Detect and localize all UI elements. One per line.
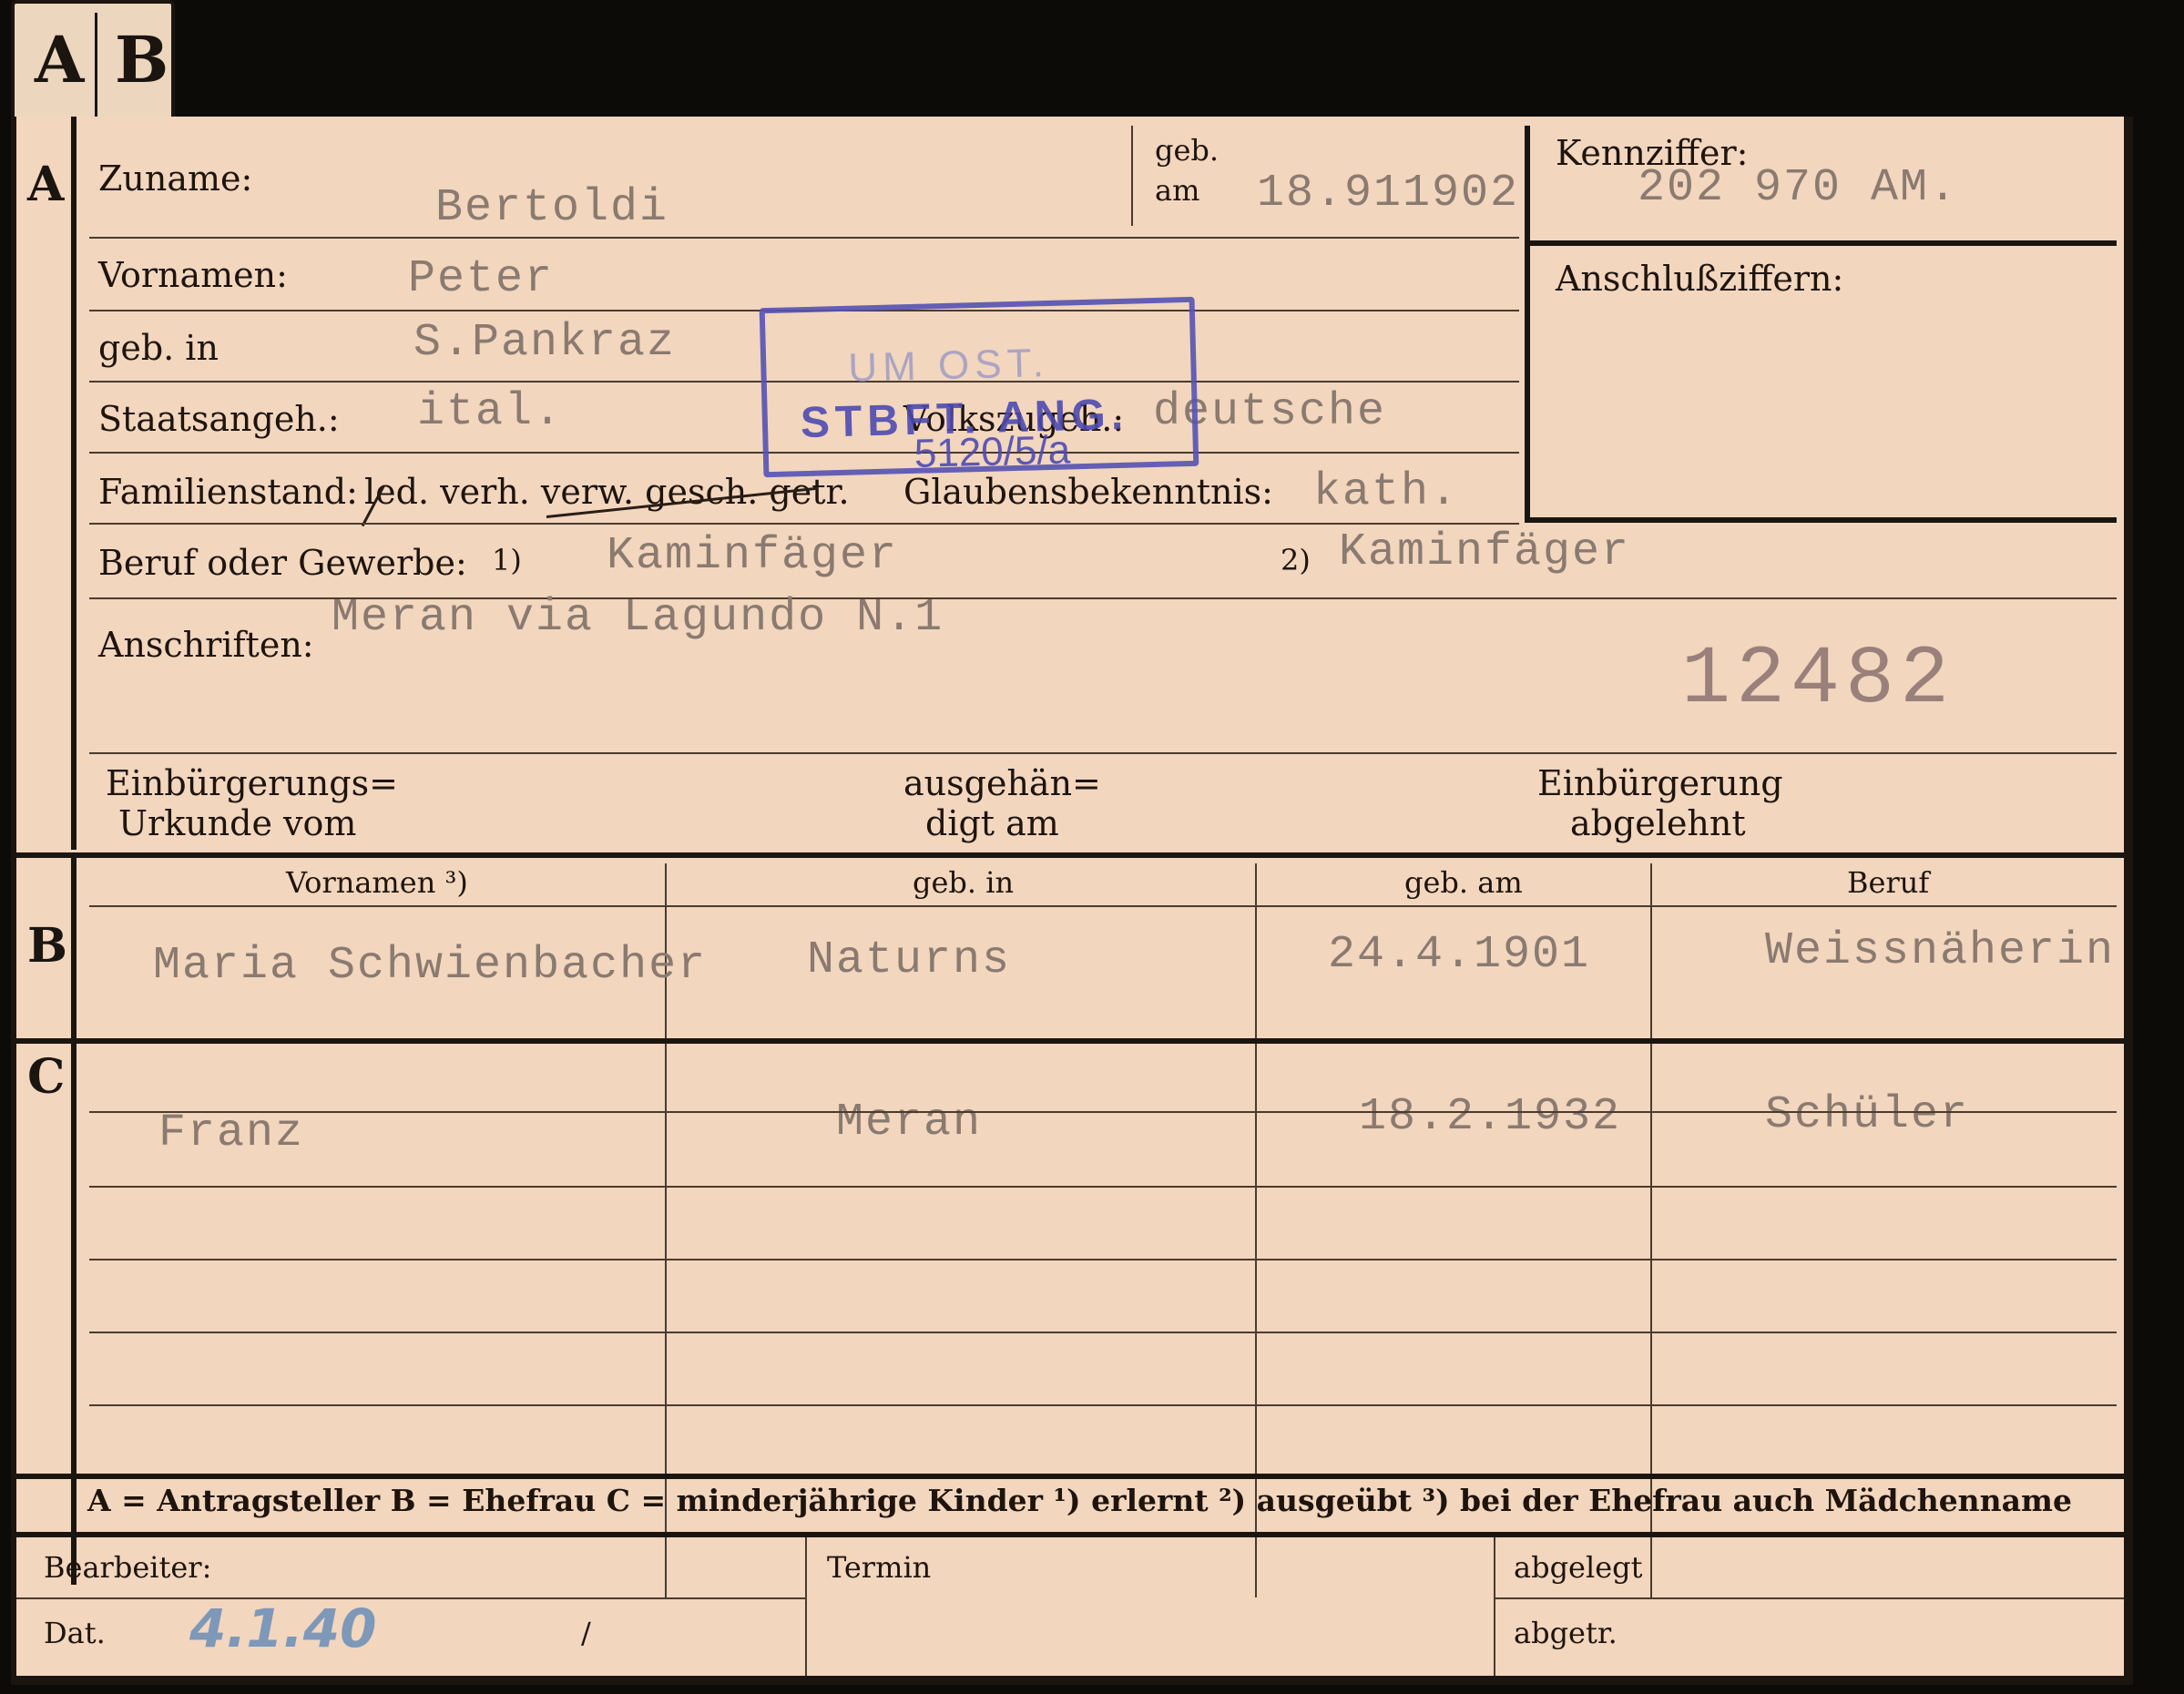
footer-divider-2 [1494,1537,1495,1676]
spouse-vorname: Maria Schwienbacher [153,940,708,992]
spouse-beruf: Weissnäherin [1765,925,2116,977]
row-line-5 [89,523,1519,525]
beruf-mark-1: 1) [492,543,522,577]
section-a-letter: A [27,157,65,212]
abgelegt-label: abgelegt [1514,1550,1643,1585]
child-geb-am: 18.2.1932 [1359,1091,1622,1143]
staatsangeh-label: Staatsangeh.: [98,399,340,439]
zuname-value: Bertoldi [435,182,669,234]
kennziffer-box-left [1525,126,1530,521]
section-c-letter: C [27,1049,66,1105]
bearbeiter-label: Bearbeiter: [44,1550,212,1585]
dat-slash: / [581,1616,591,1650]
tab-b: B [115,22,169,97]
einb-label-1: Einbürgerungs= [106,763,398,803]
ausgeh-label-2: digt am [925,803,1059,843]
spouse-geb-am: 24.4.1901 [1328,929,1591,981]
abgelehnt-label-2: abgelehnt [1570,803,1746,843]
familienstand-label: Familienstand: [98,472,358,512]
kennziffer-value: 202 970 AM. [1638,162,1959,214]
zuname-label: Zuname: [98,158,253,199]
tab-divider [95,13,97,120]
geb-in-label: geb. in [98,328,219,368]
row-line-1 [89,237,1519,239]
anschriften-label: Anschriften: [98,625,314,665]
vornamen-value: Peter [408,253,555,305]
staatsangeh-value: ital. [417,386,564,438]
beruf-value-2: Kaminfäger [1339,526,1631,578]
child-vorname: Franz [158,1107,305,1159]
legend-top [16,1474,2124,1479]
tab-a: A [35,22,85,97]
register-tabs: A B [11,0,175,126]
section-b-top [16,852,2124,858]
beruf-mark-2: 2) [1281,543,1311,577]
einb-label-2: Urkunde vom [118,803,357,843]
abgetr-label: abgetr. [1514,1616,1618,1650]
legend-bottom [16,1532,2124,1537]
geb-am-divider [1131,126,1133,226]
stamp-line-3: 5120/5/a [913,427,1071,476]
footer-mid-line-right [1494,1597,2124,1599]
beruf-value-1: Kaminfäger [607,530,899,582]
legend: A = Antragsteller B = Ehefrau C = minder… [87,1483,2072,1518]
header-geb-am: geb. am [1404,865,1523,900]
footer-mid-line-left [16,1597,805,1599]
header-geb-in: geb. in [913,865,1015,900]
stamp-line-1: UM OST. [847,340,1050,391]
dat-label: Dat. [44,1616,106,1650]
kennziffer-box-mid [1525,240,2117,246]
spouse-geb-in: Naturns [807,934,1012,986]
geb-am-value: 18.911902 [1257,168,1520,219]
dat-value: 4.1.40 [189,1597,377,1659]
section-b-letter: B [27,918,67,974]
termin-label: Termin [827,1550,932,1585]
anschriften-value: Meran via Lagundo N.1 [332,592,944,644]
header-beruf: Beruf [1847,865,1930,900]
c-row-line-1 [89,1111,2117,1113]
c-row-line-3 [89,1259,2117,1260]
footer-divider-1 [805,1537,807,1676]
ausgeh-label-1: ausgehän= [903,763,1101,803]
geb-am-label-2: am [1155,173,1200,208]
child-geb-in: Meran [836,1097,983,1148]
office-stamp: UM OST. STBFT. ANG. 5120/5/a [759,296,1199,478]
abgelehnt-label-1: Einbürgerung [1537,763,1783,803]
c-row-line-2 [89,1186,2117,1188]
spine-line-c [71,1044,77,1585]
registration-card: A Zuname: Bertoldi geb. am 18.911902 Ken… [11,117,2133,1685]
anschluss-label: Anschlußziffern: [1556,259,1844,299]
file-number: 12482 [1681,634,1955,727]
glaubens-label: Glaubensbekenntnis: [903,472,1273,512]
c-row-line-4 [89,1332,2117,1333]
row-line-7 [89,752,2117,754]
c-row-line-5 [89,1404,2117,1406]
header-vornamen: Vornamen ³) [286,865,468,900]
glaubens-value: kath. [1313,466,1460,518]
spine-line-a [71,117,77,850]
kennziffer-box-bottom [1525,517,2117,523]
header-line [89,905,2117,907]
geb-in-value: S.Pankraz [413,317,677,369]
vornamen-label: Vornamen: [98,255,288,295]
child-beruf: Schüler [1765,1089,1970,1141]
beruf-label: Beruf oder Gewerbe: [98,543,467,583]
geb-am-label-1: geb. [1155,133,1220,168]
section-c-top [16,1038,2124,1044]
